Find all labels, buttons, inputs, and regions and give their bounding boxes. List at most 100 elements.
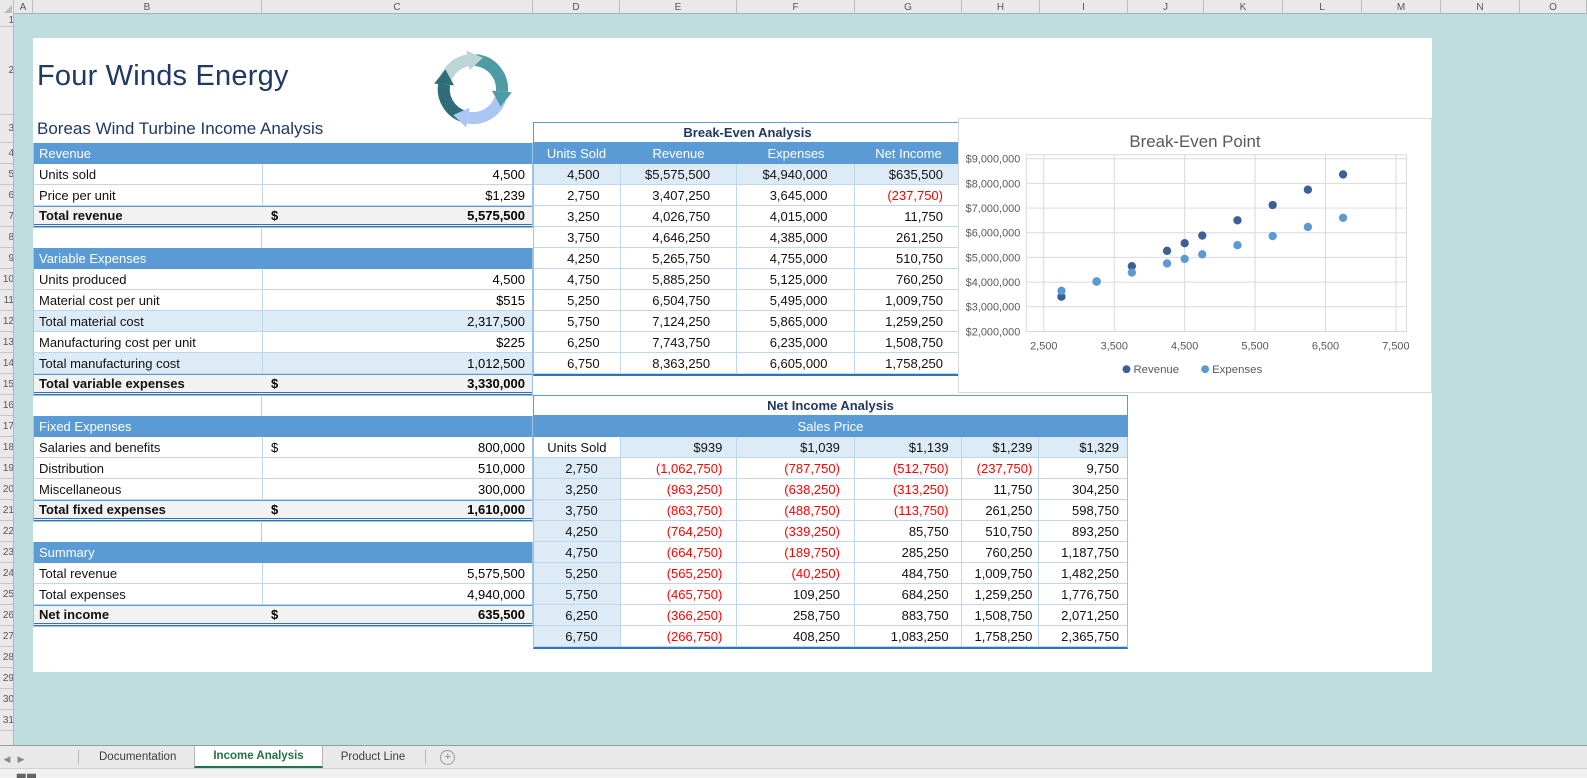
cell[interactable]: 5,750 bbox=[534, 311, 621, 331]
cell[interactable]: 1,776,750 bbox=[1039, 584, 1127, 604]
cell[interactable]: 5,265,750 bbox=[621, 248, 738, 268]
cell[interactable]: 1,187,750 bbox=[1039, 542, 1127, 562]
row-header-18[interactable]: 18 bbox=[0, 437, 13, 458]
row-header-26[interactable]: 26 bbox=[0, 605, 13, 626]
cell[interactable]: (313,250) bbox=[855, 479, 962, 499]
cell[interactable]: 4,646,250 bbox=[621, 227, 738, 247]
row-value-cell[interactable]: $515 bbox=[263, 290, 532, 310]
row-value-cell[interactable]: $3,330,000 bbox=[263, 375, 532, 392]
row-header-14[interactable]: 14 bbox=[0, 353, 13, 374]
column-header-K[interactable]: K bbox=[1204, 0, 1283, 14]
cell[interactable]: 4,015,000 bbox=[737, 206, 855, 226]
cell[interactable]: 1,508,750 bbox=[855, 332, 961, 352]
cell[interactable]: (266,750) bbox=[621, 626, 738, 646]
cell[interactable]: (512,750) bbox=[855, 458, 962, 478]
column-header-D[interactable]: D bbox=[533, 0, 620, 14]
cell[interactable]: 6,235,000 bbox=[737, 332, 855, 352]
row-header-5[interactable]: 5 bbox=[0, 164, 13, 185]
row-value-cell[interactable]: $635,500 bbox=[263, 606, 532, 623]
cell[interactable]: 760,250 bbox=[855, 269, 961, 289]
tab-income-analysis[interactable]: Income Analysis bbox=[194, 746, 323, 768]
row-header-28[interactable]: 28 bbox=[0, 647, 13, 668]
units-cell[interactable]: 5,250 bbox=[534, 563, 621, 583]
cell[interactable]: 684,250 bbox=[855, 584, 962, 604]
cell[interactable]: 261,250 bbox=[962, 500, 1040, 520]
column-header-I[interactable]: I bbox=[1040, 0, 1128, 14]
cell[interactable]: 408,250 bbox=[737, 626, 855, 646]
select-all-button[interactable] bbox=[0, 0, 14, 14]
cell[interactable]: (565,250) bbox=[621, 563, 738, 583]
cell[interactable]: 261,250 bbox=[855, 227, 961, 247]
column-header-O[interactable]: O bbox=[1520, 0, 1587, 14]
units-cell[interactable]: 4,250 bbox=[534, 521, 621, 541]
cell[interactable]: 11,750 bbox=[855, 206, 961, 226]
cell[interactable]: $5,575,500 bbox=[621, 164, 738, 184]
cell[interactable]: 883,750 bbox=[855, 605, 962, 625]
cell[interactable]: 7,743,750 bbox=[621, 332, 738, 352]
row-header-8[interactable]: 8 bbox=[0, 227, 13, 248]
row-header-29[interactable]: 29 bbox=[0, 668, 13, 689]
row-value-cell[interactable]: 300,000 bbox=[263, 479, 532, 499]
row-value-cell[interactable]: 510,000 bbox=[263, 458, 532, 478]
row-header-7[interactable]: 7 bbox=[0, 206, 13, 227]
units-cell[interactable]: 2,750 bbox=[534, 458, 621, 478]
cell[interactable]: 2,365,750 bbox=[1039, 626, 1127, 646]
sheet-nav-left-icon[interactable]: ◀ bbox=[0, 750, 14, 768]
cell[interactable]: 85,750 bbox=[855, 521, 962, 541]
cell[interactable]: 4,250 bbox=[534, 248, 621, 268]
cell[interactable]: 5,250 bbox=[534, 290, 621, 310]
row-header-15[interactable]: 15 bbox=[0, 374, 13, 395]
row-header-2[interactable]: 2 bbox=[0, 27, 13, 115]
legend-label-revenue[interactable]: Revenue bbox=[1133, 364, 1179, 376]
cell[interactable]: 598,750 bbox=[1039, 500, 1127, 520]
row-header-16[interactable]: 16 bbox=[0, 395, 13, 416]
column-header-E[interactable]: E bbox=[620, 0, 737, 14]
cell[interactable]: 5,885,250 bbox=[621, 269, 738, 289]
row-header-11[interactable]: 11 bbox=[0, 290, 13, 311]
row-header-6[interactable]: 6 bbox=[0, 185, 13, 206]
cell[interactable]: (638,250) bbox=[737, 479, 855, 499]
cell[interactable]: (40,250) bbox=[737, 563, 855, 583]
cell[interactable]: 893,250 bbox=[1039, 521, 1127, 541]
row-value-cell[interactable]: 4,500 bbox=[263, 269, 532, 289]
row-value-cell[interactable]: $1,610,000 bbox=[263, 501, 532, 518]
row-header-22[interactable]: 22 bbox=[0, 521, 13, 542]
row-value-cell[interactable]: $800,000 bbox=[263, 437, 532, 457]
cell[interactable]: 510,750 bbox=[962, 521, 1040, 541]
column-header-N[interactable]: N bbox=[1441, 0, 1520, 14]
cell[interactable]: 484,750 bbox=[855, 563, 962, 583]
row-header-9[interactable]: 9 bbox=[0, 248, 13, 269]
cell[interactable]: 510,750 bbox=[855, 248, 961, 268]
column-header-C[interactable]: C bbox=[262, 0, 533, 14]
cell[interactable]: 6,605,000 bbox=[737, 353, 855, 373]
legend-label-expenses[interactable]: Expenses bbox=[1212, 364, 1262, 376]
row-header-21[interactable]: 21 bbox=[0, 500, 13, 521]
cell[interactable]: (863,750) bbox=[621, 500, 738, 520]
cell[interactable]: 304,250 bbox=[1039, 479, 1127, 499]
cell[interactable]: 3,645,000 bbox=[737, 185, 855, 205]
column-header-J[interactable]: J bbox=[1128, 0, 1204, 14]
cell[interactable]: (189,750) bbox=[737, 542, 855, 562]
cell[interactable]: 4,500 bbox=[534, 164, 621, 184]
cell[interactable]: (488,750) bbox=[737, 500, 855, 520]
row-header-27[interactable]: 27 bbox=[0, 626, 13, 647]
units-cell[interactable]: 4,750 bbox=[534, 542, 621, 562]
sheet-nav-right-icon[interactable]: ▶ bbox=[14, 750, 28, 768]
column-header-H[interactable]: H bbox=[962, 0, 1040, 14]
cell[interactable]: 8,363,250 bbox=[621, 353, 738, 373]
cell[interactable]: 7,124,250 bbox=[621, 311, 738, 331]
cell[interactable]: 4,755,000 bbox=[737, 248, 855, 268]
units-cell[interactable]: 6,750 bbox=[534, 626, 621, 646]
row-header-31[interactable]: 31 bbox=[0, 710, 13, 731]
cell[interactable]: 2,750 bbox=[534, 185, 621, 205]
cell[interactable]: 1,259,250 bbox=[855, 311, 961, 331]
cell[interactable]: (113,750) bbox=[855, 500, 962, 520]
units-cell[interactable]: 6,250 bbox=[534, 605, 621, 625]
row-value-cell[interactable]: $225 bbox=[263, 332, 532, 352]
cell[interactable]: $4,940,000 bbox=[737, 164, 855, 184]
cell[interactable]: 109,250 bbox=[737, 584, 855, 604]
cell[interactable]: 6,504,750 bbox=[621, 290, 738, 310]
cell[interactable]: 1,758,250 bbox=[855, 353, 961, 373]
cell[interactable]: 4,385,000 bbox=[737, 227, 855, 247]
cell[interactable]: 3,250 bbox=[534, 206, 621, 226]
